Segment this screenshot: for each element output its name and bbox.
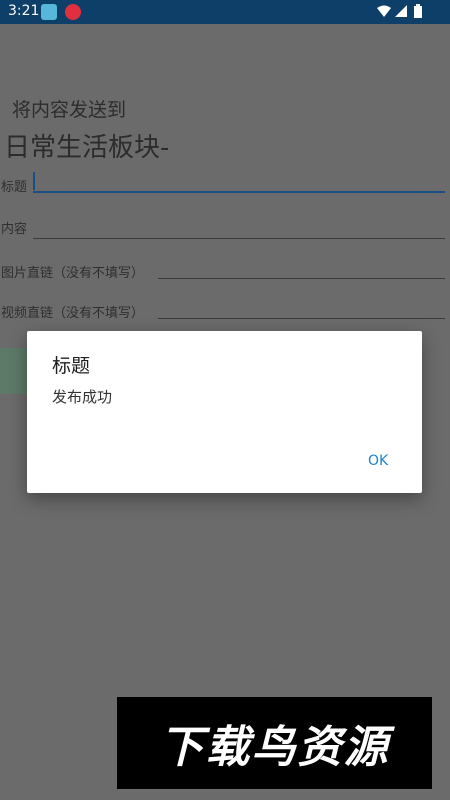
dialog-message: 发布成功: [52, 388, 113, 406]
watermark-text: 下载鸟资源: [159, 722, 390, 773]
dialog-title: 标题: [52, 355, 91, 377]
alert-dialog: 标题 发布成功 OK: [27, 331, 422, 493]
ok-button[interactable]: OK: [362, 451, 394, 471]
watermark-logo: 下载鸟资源: [117, 697, 432, 789]
